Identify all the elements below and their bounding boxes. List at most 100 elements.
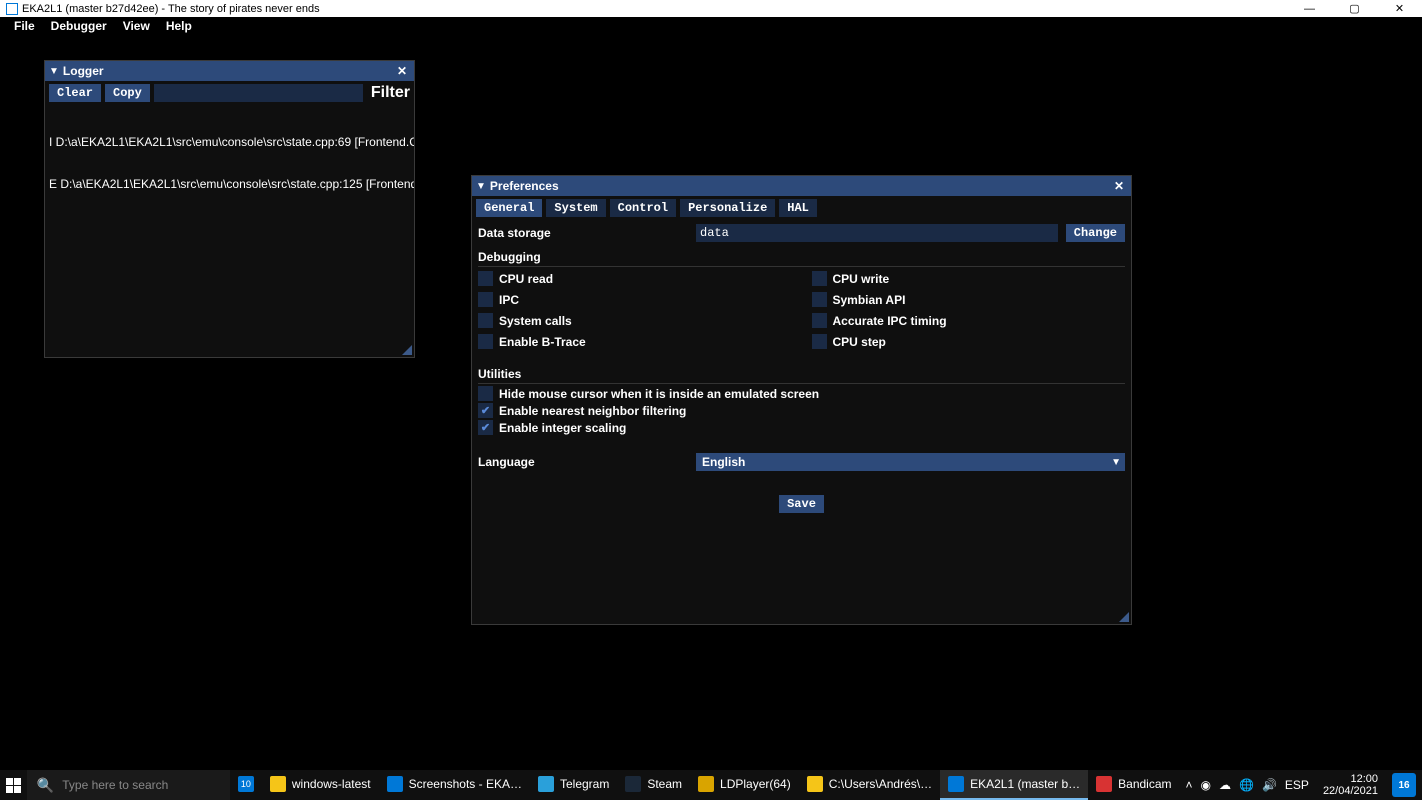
taskbar-app[interactable]: LDPlayer(64) bbox=[690, 770, 799, 800]
menu-view[interactable]: View bbox=[115, 19, 158, 33]
close-button[interactable]: ✕ bbox=[1377, 0, 1422, 17]
log-line: I D:\a\EKA2L1\EKA2L1\src\emu\console\src… bbox=[49, 135, 410, 149]
logger-close-icon[interactable]: ✕ bbox=[394, 64, 410, 78]
change-button[interactable]: Change bbox=[1066, 224, 1125, 242]
checkbox-cpu-step[interactable] bbox=[812, 334, 827, 349]
tray-chevron-icon[interactable]: ˄ bbox=[1186, 778, 1193, 792]
data-storage-input[interactable] bbox=[696, 224, 1058, 242]
taskbar-app-label: Telegram bbox=[560, 777, 609, 791]
save-button[interactable]: Save bbox=[779, 495, 824, 513]
taskbar-app[interactable]: Steam bbox=[617, 770, 690, 800]
preferences-window: ▼ Preferences ✕ General System Control P… bbox=[471, 175, 1132, 625]
language-select[interactable]: English ▼ bbox=[696, 453, 1125, 471]
taskbar-app-label: Steam bbox=[647, 777, 682, 791]
taskbar-app[interactable]: Screenshots - EKA… bbox=[379, 770, 530, 800]
taskbar-app-label: EKA2L1 (master b… bbox=[970, 777, 1080, 791]
tray-volume-icon[interactable]: 🔊 bbox=[1262, 778, 1277, 792]
label-symbian-api: Symbian API bbox=[833, 293, 906, 307]
taskbar-app-label: LDPlayer(64) bbox=[720, 777, 791, 791]
tab-general[interactable]: General bbox=[476, 199, 542, 217]
taskbar-app[interactable]: Bandicam bbox=[1088, 770, 1179, 800]
search-icon: 🔍 bbox=[37, 777, 54, 794]
preferences-tabs: General System Control Personalize HAL bbox=[472, 196, 1131, 217]
app-icon bbox=[538, 776, 554, 792]
label-hide-cursor: Hide mouse cursor when it is inside an e… bbox=[499, 387, 819, 401]
minimize-button[interactable]: — bbox=[1287, 0, 1332, 17]
tray-network-icon[interactable]: 🌐 bbox=[1239, 778, 1254, 792]
app-icon bbox=[625, 776, 641, 792]
resize-grip-icon[interactable] bbox=[1119, 612, 1129, 622]
checkbox-cpu-write[interactable] bbox=[812, 271, 827, 286]
preferences-close-icon[interactable]: ✕ bbox=[1111, 179, 1127, 193]
label-enable-btrace: Enable B-Trace bbox=[499, 335, 586, 349]
collapse-triangle-icon: ▼ bbox=[49, 66, 59, 77]
checkbox-nearest-filter[interactable] bbox=[478, 403, 493, 418]
tab-hal[interactable]: HAL bbox=[779, 199, 817, 217]
tray-language[interactable]: ESP bbox=[1285, 778, 1309, 792]
tab-system[interactable]: System bbox=[546, 199, 605, 217]
checkbox-accurate-ipc[interactable] bbox=[812, 313, 827, 328]
log-output: I D:\a\EKA2L1\EKA2L1\src\emu\console\src… bbox=[45, 105, 414, 221]
label-accurate-ipc: Accurate IPC timing bbox=[833, 314, 947, 328]
window-title: EKA2L1 (master b27d42ee) - The story of … bbox=[22, 3, 1287, 15]
app-canvas: ▼ Logger ✕ Clear Copy Filter I D:\a\EKA2… bbox=[0, 35, 1422, 770]
menu-file[interactable]: File bbox=[6, 19, 43, 33]
preferences-title: Preferences bbox=[490, 179, 1111, 193]
checkbox-integer-scaling[interactable] bbox=[478, 420, 493, 435]
maximize-button[interactable]: ▢ bbox=[1332, 0, 1377, 17]
filter-input[interactable] bbox=[154, 84, 363, 102]
tray-location-icon[interactable]: ◉ bbox=[1201, 778, 1211, 792]
preferences-titlebar[interactable]: ▼ Preferences ✕ bbox=[472, 176, 1131, 196]
clear-button[interactable]: Clear bbox=[49, 84, 101, 102]
windows-logo-icon bbox=[6, 778, 21, 793]
taskbar-app[interactable]: C:\Users\Andrés\… bbox=[799, 770, 940, 800]
resize-grip-icon[interactable] bbox=[402, 345, 412, 355]
app-icon bbox=[1096, 776, 1112, 792]
language-value: English bbox=[702, 455, 745, 469]
search-placeholder: Type here to search bbox=[62, 778, 168, 792]
taskbar: 🔍 Type here to search 10 windows-latest S… bbox=[0, 770, 1422, 800]
taskbar-app[interactable]: EKA2L1 (master b… bbox=[940, 770, 1088, 800]
taskbar-app-label: Screenshots - EKA… bbox=[409, 777, 522, 791]
taskbar-search[interactable]: 🔍 Type here to search bbox=[27, 770, 230, 800]
filter-label: Filter bbox=[371, 84, 410, 102]
taskbar-app[interactable]: windows-latest bbox=[262, 770, 379, 800]
checkbox-hide-cursor[interactable] bbox=[478, 386, 493, 401]
app-icon bbox=[270, 776, 286, 792]
tray-onedrive-icon[interactable]: ☁ bbox=[1219, 778, 1231, 792]
utilities-header: Utilities bbox=[478, 367, 1125, 384]
taskbar-clock[interactable]: 12:00 22/04/2021 bbox=[1317, 773, 1384, 797]
notification-center[interactable]: 16 bbox=[1392, 773, 1416, 797]
taskbar-app-label: Bandicam bbox=[1118, 777, 1171, 791]
task-view-icon: 10 bbox=[238, 776, 254, 792]
collapse-triangle-icon: ▼ bbox=[476, 181, 486, 192]
checkbox-enable-btrace[interactable] bbox=[478, 334, 493, 349]
label-cpu-read: CPU read bbox=[499, 272, 553, 286]
menu-help[interactable]: Help bbox=[158, 19, 200, 33]
checkbox-symbian-api[interactable] bbox=[812, 292, 827, 307]
logger-title: Logger bbox=[63, 64, 394, 78]
tab-personalize[interactable]: Personalize bbox=[680, 199, 775, 217]
tab-control[interactable]: Control bbox=[610, 199, 676, 217]
logger-toolbar: Clear Copy Filter bbox=[45, 81, 414, 105]
label-nearest-filter: Enable nearest neighbor filtering bbox=[499, 404, 686, 418]
clock-time: 12:00 bbox=[1323, 773, 1378, 785]
data-storage-label: Data storage bbox=[478, 226, 696, 240]
logger-titlebar[interactable]: ▼ Logger ✕ bbox=[45, 61, 414, 81]
label-ipc: IPC bbox=[499, 293, 519, 307]
label-system-calls: System calls bbox=[499, 314, 572, 328]
copy-button[interactable]: Copy bbox=[105, 84, 150, 102]
app-icon bbox=[698, 776, 714, 792]
label-cpu-step: CPU step bbox=[833, 335, 886, 349]
checkbox-ipc[interactable] bbox=[478, 292, 493, 307]
task-view-button[interactable]: 10 bbox=[230, 770, 262, 800]
logger-window: ▼ Logger ✕ Clear Copy Filter I D:\a\EKA2… bbox=[44, 60, 415, 358]
checkbox-system-calls[interactable] bbox=[478, 313, 493, 328]
debugging-options: CPU read CPU write IPC Symbian API Syste… bbox=[478, 269, 1125, 351]
preferences-body: Data storage Change Debugging CPU read C… bbox=[472, 217, 1131, 517]
menu-debugger[interactable]: Debugger bbox=[43, 19, 115, 33]
checkbox-cpu-read[interactable] bbox=[478, 271, 493, 286]
taskbar-app[interactable]: Telegram bbox=[530, 770, 617, 800]
menubar: File Debugger View Help bbox=[0, 17, 1422, 35]
start-button[interactable] bbox=[0, 770, 27, 800]
